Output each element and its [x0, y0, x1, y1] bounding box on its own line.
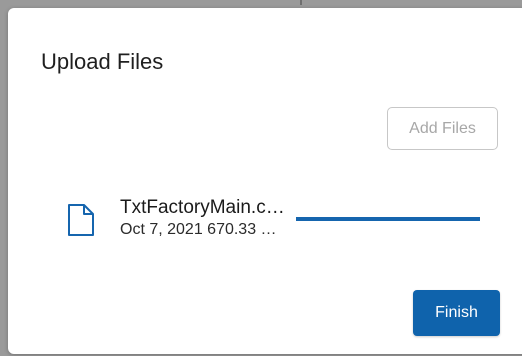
file-meta: Oct 7, 2021 670.33 …: [120, 221, 277, 238]
upload-files-dialog: Upload Files Add Files TxtFactoryMain.c……: [8, 8, 522, 354]
file-list-item: TxtFactoryMain.c… Oct 7, 2021 670.33 …: [66, 197, 496, 248]
file-name: TxtFactoryMain.c…: [120, 197, 285, 218]
upload-progress-fill: [296, 217, 480, 221]
file-icon: [68, 204, 94, 236]
add-files-button[interactable]: Add Files: [387, 107, 498, 150]
dialog-title: Upload Files: [41, 49, 164, 74]
backdrop-divider: [300, 0, 302, 5]
finish-button[interactable]: Finish: [413, 290, 500, 336]
upload-progress-bar: [296, 217, 480, 221]
